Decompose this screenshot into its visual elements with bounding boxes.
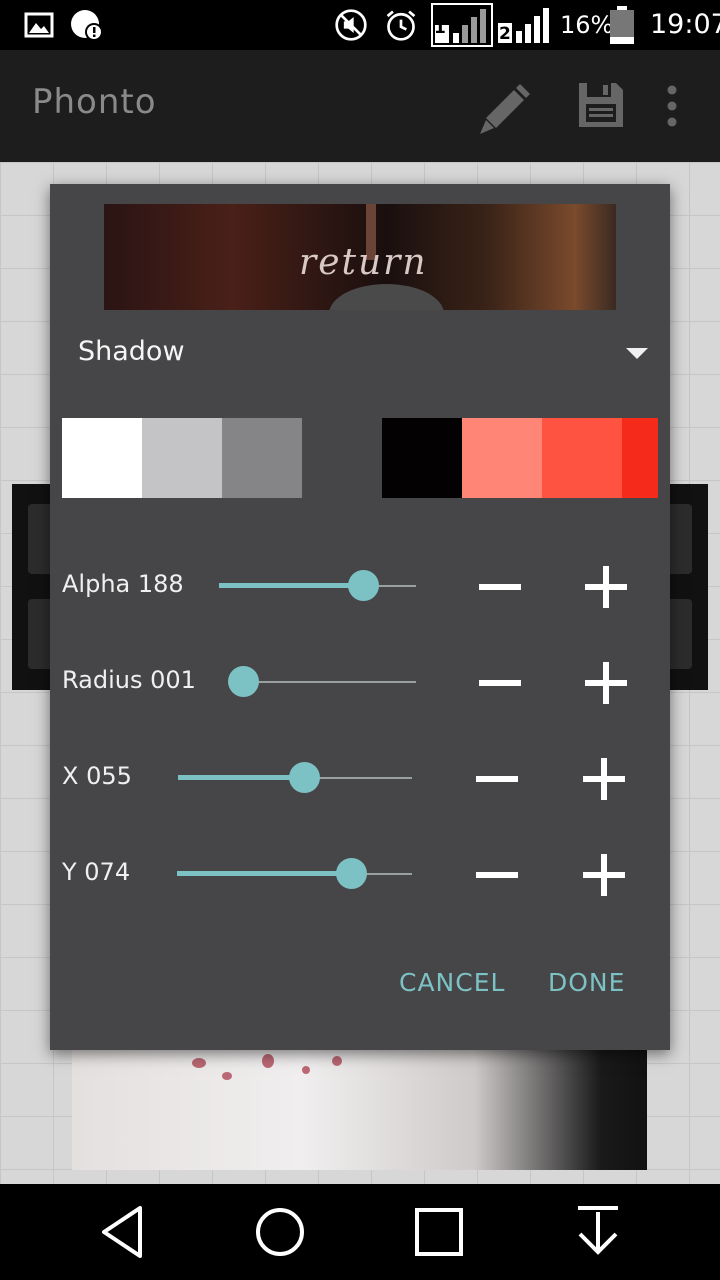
minus-icon <box>476 872 518 878</box>
battery-percent: 16% <box>560 11 614 39</box>
y-increment-button[interactable] <box>581 852 631 898</box>
color-swatch[interactable] <box>382 418 462 498</box>
hide-nav-icon[interactable] <box>574 1204 622 1260</box>
back-icon[interactable] <box>98 1204 148 1260</box>
minus-icon <box>479 584 521 590</box>
color-swatch[interactable] <box>62 418 142 498</box>
alpha-label: Alpha 188 <box>62 570 184 598</box>
y-slider[interactable] <box>177 858 412 889</box>
battery-icon <box>610 6 634 44</box>
x-slider-fill <box>178 775 304 780</box>
radius-label: Radius 001 <box>62 666 196 694</box>
color-swatch[interactable] <box>622 418 658 498</box>
y-decrement-button[interactable] <box>474 852 524 898</box>
sim2-label: 2 <box>499 24 511 44</box>
color-swatch[interactable] <box>462 418 542 498</box>
app-bar: Phonto <box>0 50 720 162</box>
color-swatch[interactable] <box>302 418 382 498</box>
navigation-bar <box>0 1184 720 1280</box>
effect-dropdown-label: Shadow <box>78 336 185 367</box>
image-icon <box>24 12 54 38</box>
sim1-label: 1 <box>434 18 446 38</box>
color-swatch[interactable] <box>222 418 302 498</box>
alpha-slider[interactable] <box>219 570 416 601</box>
alert-icon <box>71 10 103 41</box>
x-slider-row: X 055 <box>50 748 670 808</box>
radius-slider-thumb[interactable] <box>228 666 259 697</box>
text-style-dialog: return Shadow Alpha 188 Radius 001 X 055 Y … <box>50 184 670 1050</box>
minus-icon <box>479 680 521 686</box>
x-decrement-button[interactable] <box>474 756 524 802</box>
done-button[interactable]: DONE <box>548 968 625 997</box>
alpha-slider-row: Alpha 188 <box>50 556 670 616</box>
recents-icon[interactable] <box>413 1204 465 1260</box>
y-slider-row: Y 074 <box>50 844 670 904</box>
home-icon[interactable] <box>254 1204 306 1260</box>
effect-dropdown[interactable]: Shadow <box>50 314 670 394</box>
x-increment-button[interactable] <box>581 756 631 802</box>
alpha-increment-button[interactable] <box>583 564 633 610</box>
preview-text: return <box>299 242 428 283</box>
alpha-slider-thumb[interactable] <box>348 570 379 601</box>
color-swatch[interactable] <box>542 418 622 498</box>
y-label: Y 074 <box>62 858 131 886</box>
pencil-icon[interactable] <box>476 80 532 136</box>
color-swatch[interactable] <box>142 418 222 498</box>
radius-slider-row: Radius 001 <box>50 652 670 712</box>
cancel-button[interactable]: CANCEL <box>399 968 505 997</box>
radius-increment-button[interactable] <box>583 660 633 706</box>
mute-icon <box>335 9 367 41</box>
x-slider-thumb[interactable] <box>289 762 320 793</box>
y-slider-fill <box>177 871 351 876</box>
save-icon[interactable] <box>576 80 626 130</box>
overflow-menu-icon[interactable] <box>664 84 680 128</box>
color-swatches <box>62 418 658 498</box>
y-slider-thumb[interactable] <box>336 858 367 889</box>
alpha-slider-fill <box>219 583 363 588</box>
app-title: Phonto <box>32 82 157 122</box>
x-label: X 055 <box>62 762 132 790</box>
radius-decrement-button[interactable] <box>477 660 527 706</box>
alpha-decrement-button[interactable] <box>477 564 527 610</box>
canvas-photo <box>72 1050 647 1170</box>
status-bar: 1 2 16% 19:07 <box>0 0 720 50</box>
clock: 19:07 <box>650 9 720 40</box>
dropdown-arrow-icon <box>626 348 648 359</box>
x-slider[interactable] <box>178 762 412 793</box>
radius-slider[interactable] <box>228 666 416 697</box>
text-preview: return <box>104 204 616 310</box>
alarm-icon <box>386 10 416 41</box>
minus-icon <box>476 776 518 782</box>
